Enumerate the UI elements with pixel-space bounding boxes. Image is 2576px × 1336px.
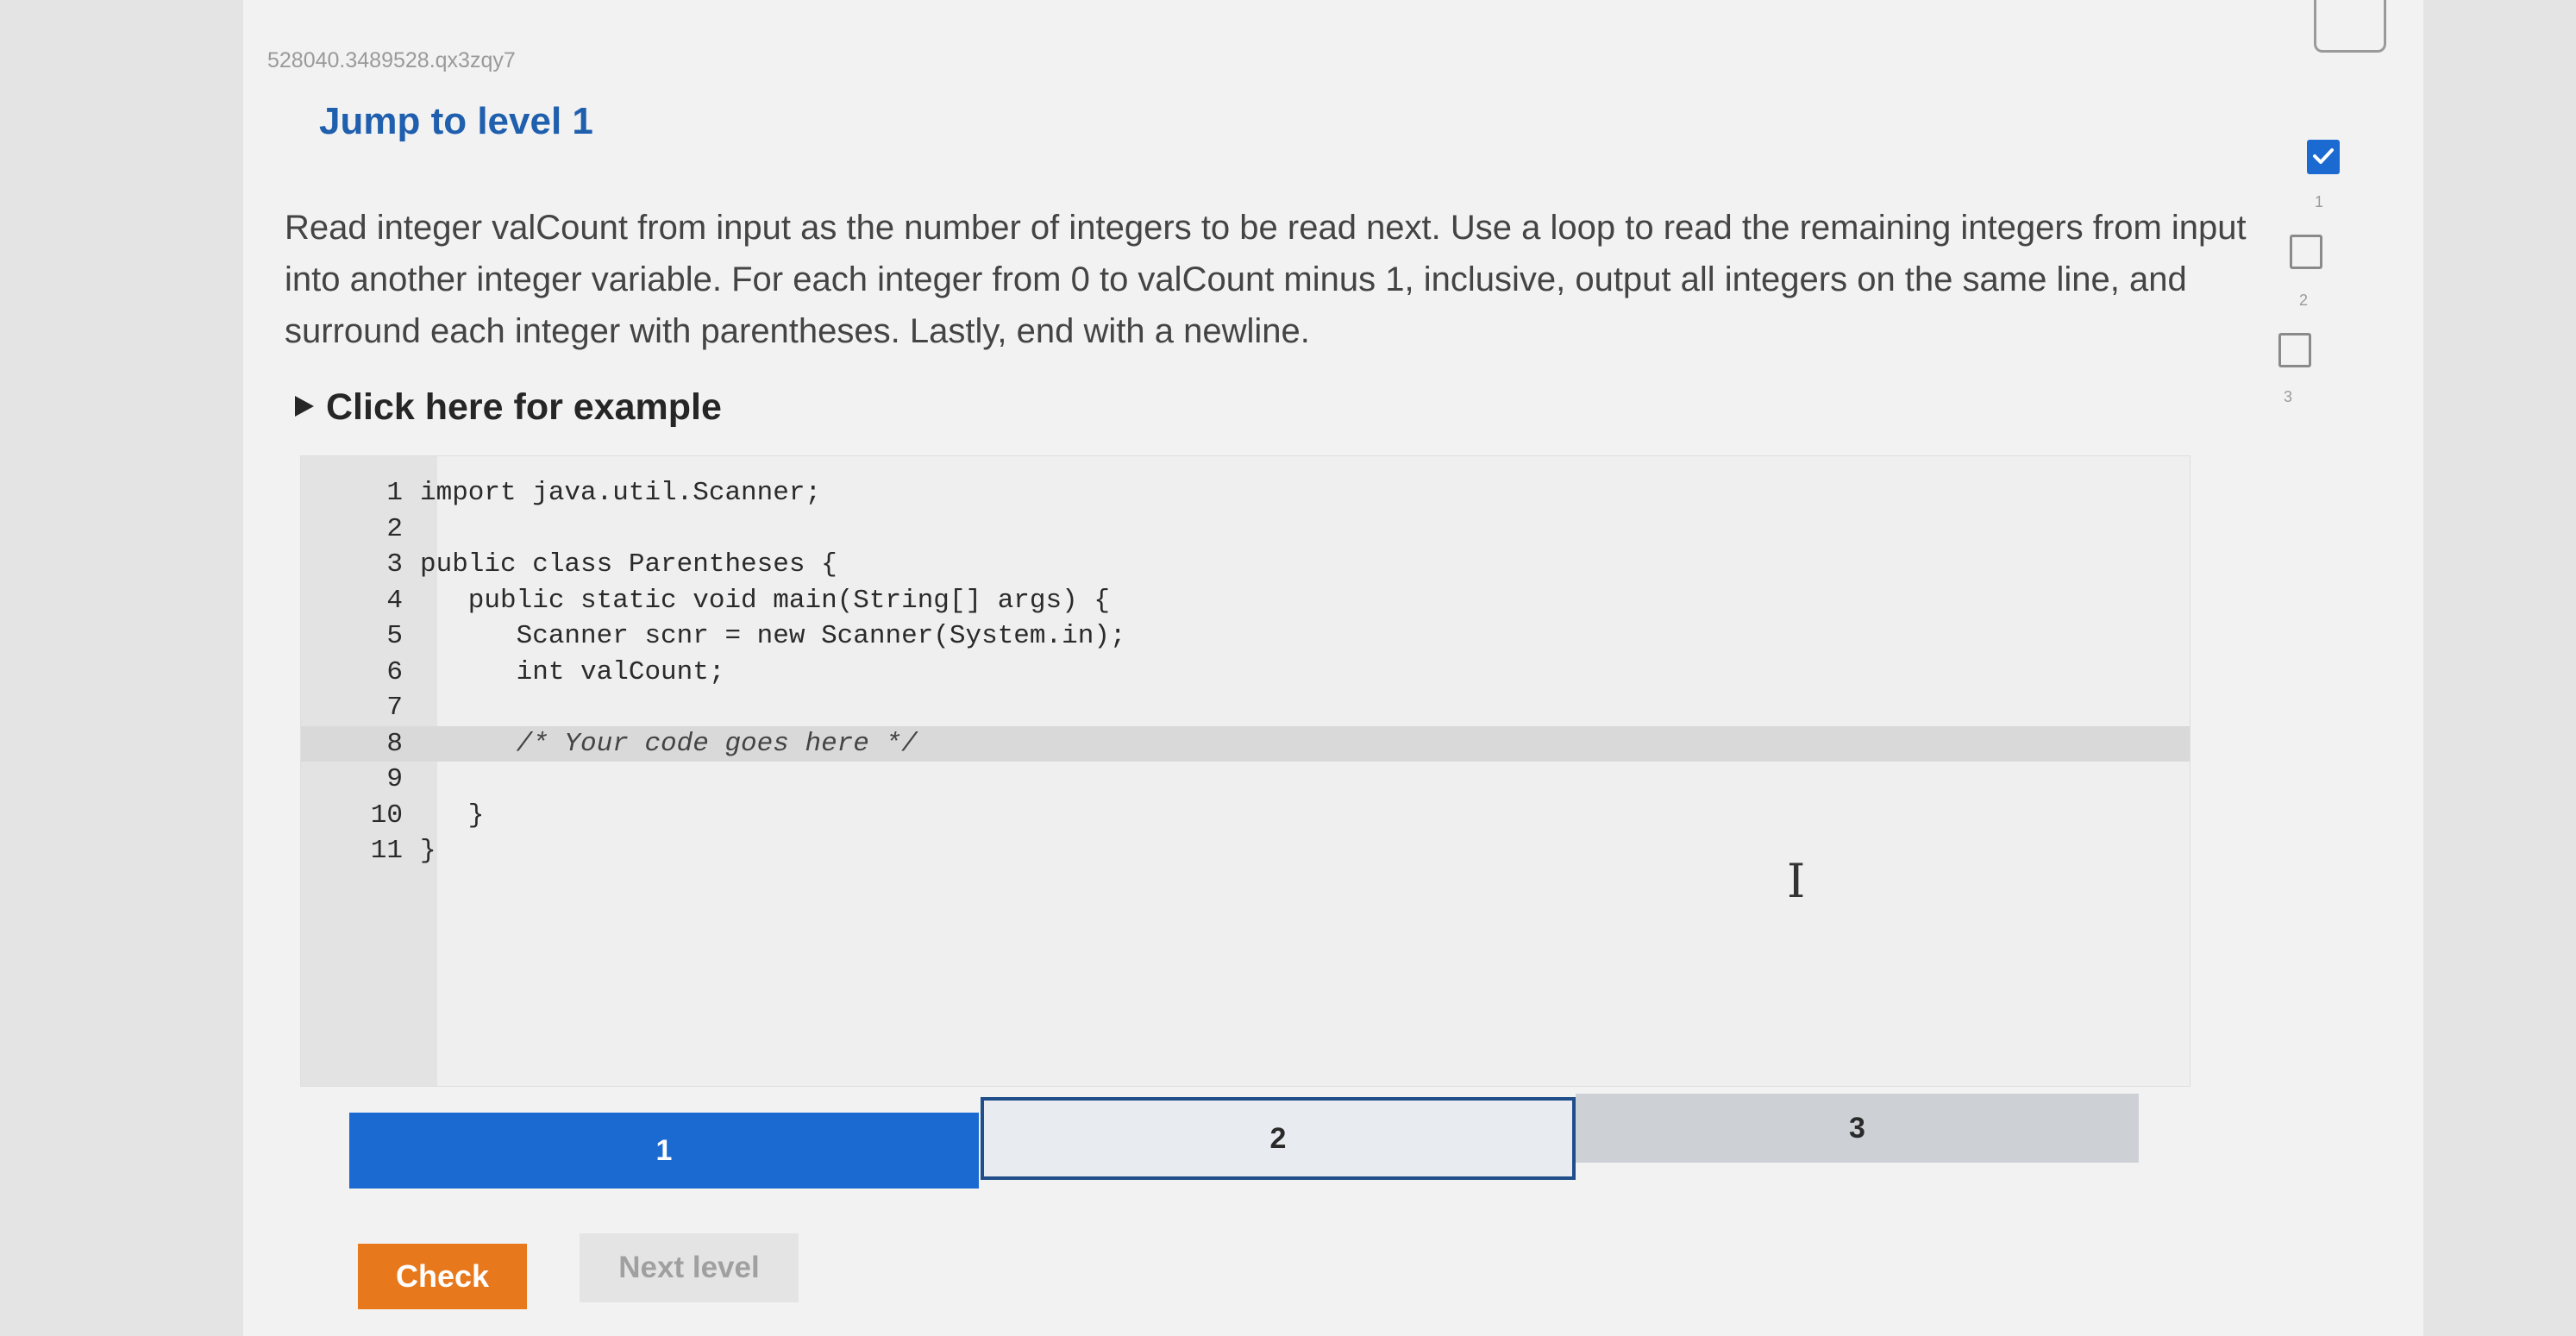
expand-triangle-icon — [295, 395, 314, 417]
code-line[interactable]: 4 public static void main(String[] args)… — [301, 583, 2190, 619]
code-line[interactable]: 5 Scanner scnr = new Scanner(System.in); — [301, 618, 2190, 655]
problem-prompt: Read integer valCount from input as the … — [285, 202, 2268, 357]
level-1-complete-checkbox — [2307, 140, 2340, 174]
line-number: 8 — [386, 728, 403, 759]
side-level-number: 1 — [2315, 193, 2324, 210]
level-tab-1[interactable]: 1 — [349, 1113, 979, 1189]
line-code: public static void main(String[] args) { — [420, 585, 1110, 616]
check-button[interactable]: Check — [358, 1244, 527, 1309]
code-line[interactable]: 1 import java.util.Scanner; — [301, 475, 2190, 511]
code-line[interactable]: 3 public class Parentheses { — [301, 547, 2190, 583]
level-title: Jump to level 1 — [319, 100, 593, 142]
line-code: } — [420, 836, 436, 866]
line-number: 9 — [386, 764, 403, 794]
line-code: Scanner scnr = new Scanner(System.in); — [420, 621, 1126, 651]
code-line-active[interactable]: 8 /* Your code goes here */ — [301, 725, 2190, 762]
line-number: 10 — [370, 800, 403, 831]
next-level-button[interactable]: Next level — [580, 1233, 799, 1302]
line-number: 7 — [386, 693, 403, 723]
code-line[interactable]: 9 — [301, 762, 2190, 798]
code-line[interactable]: 11} — [301, 833, 2190, 869]
checkmark-icon — [2313, 148, 2334, 164]
line-number: 3 — [386, 549, 403, 580]
line-number: 5 — [386, 621, 403, 651]
line-number: 6 — [386, 656, 403, 687]
line-code: int valCount; — [420, 656, 725, 687]
line-number: 11 — [370, 836, 403, 866]
code-area[interactable]: 1 import java.util.Scanner; 2 3 public cla… — [301, 475, 2190, 869]
prompt-text: Read integer valCount from input as the … — [285, 209, 2247, 350]
line-code: /* Your code goes here */ — [420, 728, 918, 759]
activity-id: 528040.3489528.qx3zqy7 — [267, 48, 516, 72]
code-line[interactable]: 10 } — [301, 798, 2190, 834]
code-line[interactable]: 7 — [301, 690, 2190, 726]
level-2-checkbox — [2290, 235, 2322, 269]
line-number: 4 — [386, 585, 403, 616]
level-tab-2[interactable]: 2 — [981, 1097, 1576, 1180]
example-toggle-label: Click here for example — [326, 386, 722, 428]
corner-tab — [2314, 0, 2386, 53]
example-toggle[interactable]: Click here for example — [295, 386, 722, 429]
text-cursor-icon: I — [1787, 854, 1806, 908]
side-level-number: 3 — [2284, 388, 2293, 405]
code-editor[interactable]: 1 import java.util.Scanner; 2 3 public cla… — [300, 455, 2191, 1087]
side-level-number: 2 — [2299, 292, 2309, 309]
line-code: import java.util.Scanner; — [420, 478, 822, 508]
code-line[interactable]: 6 int valCount; — [301, 655, 2190, 691]
line-number: 1 — [386, 478, 403, 508]
code-line[interactable]: 2 — [301, 511, 2190, 548]
level-selector: 1 2 3 — [349, 1094, 2139, 1189]
line-number: 2 — [386, 513, 403, 544]
line-code: } — [420, 800, 485, 831]
level-3-checkbox — [2278, 333, 2311, 367]
level-tab-3[interactable]: 3 — [1576, 1094, 2139, 1163]
line-code: public class Parentheses { — [420, 549, 837, 580]
